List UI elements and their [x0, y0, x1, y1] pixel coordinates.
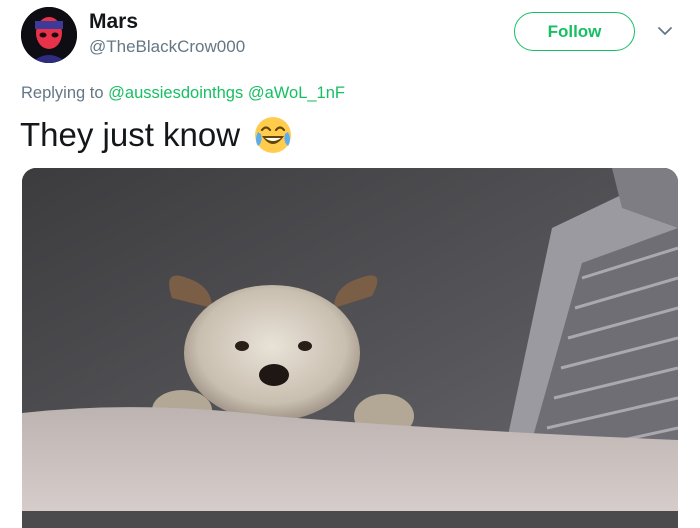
mention-link[interactable]: @aussiesdointhgs [108, 84, 243, 102]
replying-prefix: Replying to [21, 84, 104, 102]
author-name[interactable]: Mars [89, 10, 138, 34]
author-handle[interactable]: @TheBlackCrow000 [89, 37, 245, 57]
dog-photo-image [22, 168, 678, 511]
avatar-image [21, 7, 77, 63]
chevron-down-icon[interactable] [654, 20, 676, 42]
mention-link[interactable]: @aWoL_1nF [248, 84, 345, 102]
tweet-photo[interactable] [22, 168, 678, 528]
tweet-text-row: They just know [20, 114, 294, 156]
follow-button[interactable]: Follow [514, 12, 635, 51]
tweet-text: They just know [20, 116, 241, 153]
avatar[interactable] [21, 7, 77, 63]
replying-to: Replying to @aussiesdointhgs @aWoL_1nF [21, 84, 345, 103]
face-with-tears-of-joy-icon [255, 117, 292, 153]
